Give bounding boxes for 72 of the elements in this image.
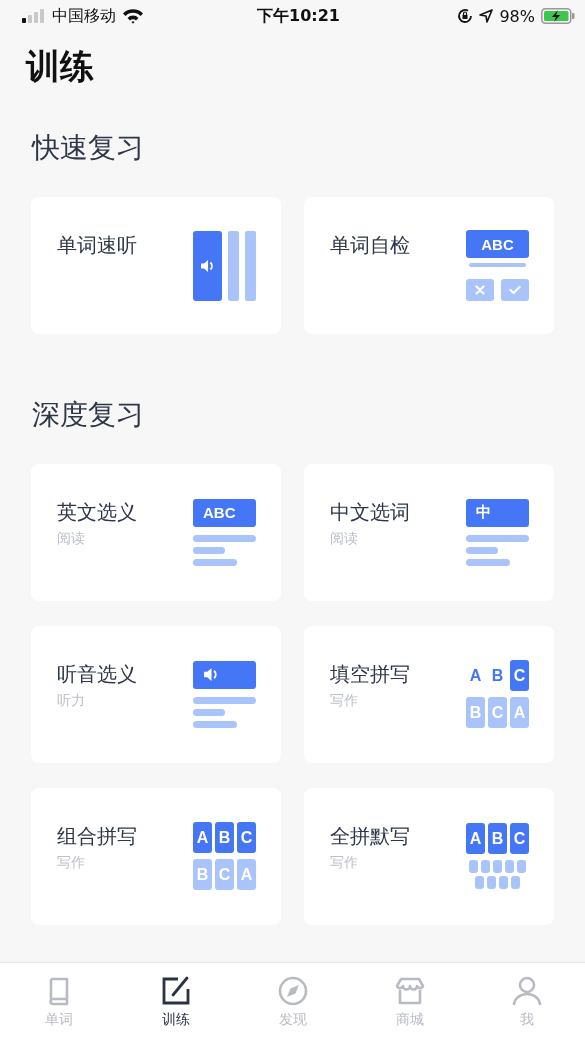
compass-icon xyxy=(276,975,309,1007)
letter-tile: B xyxy=(193,859,212,891)
card-title: 英文选义 xyxy=(57,500,137,524)
battery-charging-icon xyxy=(541,8,575,24)
signal-icon xyxy=(22,9,46,23)
speaker-icon xyxy=(199,257,216,274)
card-subtitle: 阅读 xyxy=(330,530,358,548)
letter-tile: A xyxy=(466,823,485,855)
page-title: 训练 xyxy=(26,48,95,86)
text-line xyxy=(466,559,510,566)
card-subtitle: 写作 xyxy=(57,854,85,872)
keyboard-drawing xyxy=(466,860,529,890)
battery-percent: 98% xyxy=(499,6,535,26)
rotation-lock-icon xyxy=(457,8,474,24)
letter-tile: B xyxy=(215,822,234,854)
letter-tile: C xyxy=(488,697,507,729)
check-icon xyxy=(509,285,521,296)
word-banner: 中 xyxy=(466,499,529,527)
text-line xyxy=(466,535,529,542)
card-title: 组合拼写 xyxy=(57,824,137,848)
section-heading: 快速复习 xyxy=(32,133,145,165)
letter: A xyxy=(468,666,483,686)
card-subtitle: 写作 xyxy=(330,854,358,872)
answer-line xyxy=(469,263,526,268)
letter-tile: A xyxy=(193,822,212,854)
text-line xyxy=(193,547,225,554)
card-title: 全拼默写 xyxy=(330,824,410,848)
letter: B xyxy=(490,666,505,686)
light-bar xyxy=(245,230,256,301)
letter-tile: C xyxy=(510,660,529,692)
letter-tile: B xyxy=(488,823,507,855)
training-card[interactable]: 英文选义 阅读 ABC xyxy=(31,464,281,601)
text-line xyxy=(193,709,225,716)
word-banner: ABC xyxy=(193,499,256,527)
letter-tile: C xyxy=(510,823,529,855)
training-card[interactable]: 单词速听 xyxy=(31,197,281,335)
text-line xyxy=(193,559,237,566)
speaker-icon xyxy=(203,666,220,684)
word-banner: ABC xyxy=(466,230,529,259)
text-line xyxy=(466,547,498,554)
carrier-name: 中国移动 xyxy=(52,5,116,27)
card-title: 听音选义 xyxy=(57,662,137,686)
card-title: 单词速听 xyxy=(57,233,137,258)
card-subtitle: 写作 xyxy=(330,692,358,710)
letter-tile: C xyxy=(237,822,256,854)
person-icon xyxy=(510,975,543,1007)
card-title: 中文选词 xyxy=(330,500,410,524)
text-line xyxy=(193,535,256,542)
training-card[interactable]: 听音选义 听力 xyxy=(31,626,281,763)
text-line xyxy=(193,721,237,728)
light-bar xyxy=(228,230,239,301)
location-icon xyxy=(479,9,494,23)
letter-tile: A xyxy=(510,697,529,729)
card-subtitle: 阅读 xyxy=(57,530,85,548)
text-line xyxy=(193,697,256,704)
letter-tile: A xyxy=(237,859,256,891)
training-card[interactable]: 组合拼写 写作 A B C B C A xyxy=(31,788,281,925)
tab-item[interactable]: 训练 xyxy=(117,963,234,1041)
cross-icon xyxy=(475,285,485,296)
letter-tile: C xyxy=(215,859,234,891)
store-icon xyxy=(393,975,426,1007)
training-card[interactable]: 全拼默写 写作 A B C xyxy=(304,788,554,925)
status-time: 下午10:21 xyxy=(257,5,340,27)
card-title: 单词自检 xyxy=(330,233,410,258)
training-card[interactable]: 填空拼写 写作 A B C B C A xyxy=(304,626,554,763)
training-card[interactable]: 中文选词 阅读 中 xyxy=(304,464,554,601)
card-subtitle: 听力 xyxy=(57,692,85,710)
training-card[interactable]: 单词自检 ABC xyxy=(304,197,554,335)
wifi-icon xyxy=(122,8,144,24)
section-heading: 深度复习 xyxy=(32,400,145,431)
letter-tile: B xyxy=(466,697,485,729)
card-title: 填空拼写 xyxy=(330,662,410,686)
